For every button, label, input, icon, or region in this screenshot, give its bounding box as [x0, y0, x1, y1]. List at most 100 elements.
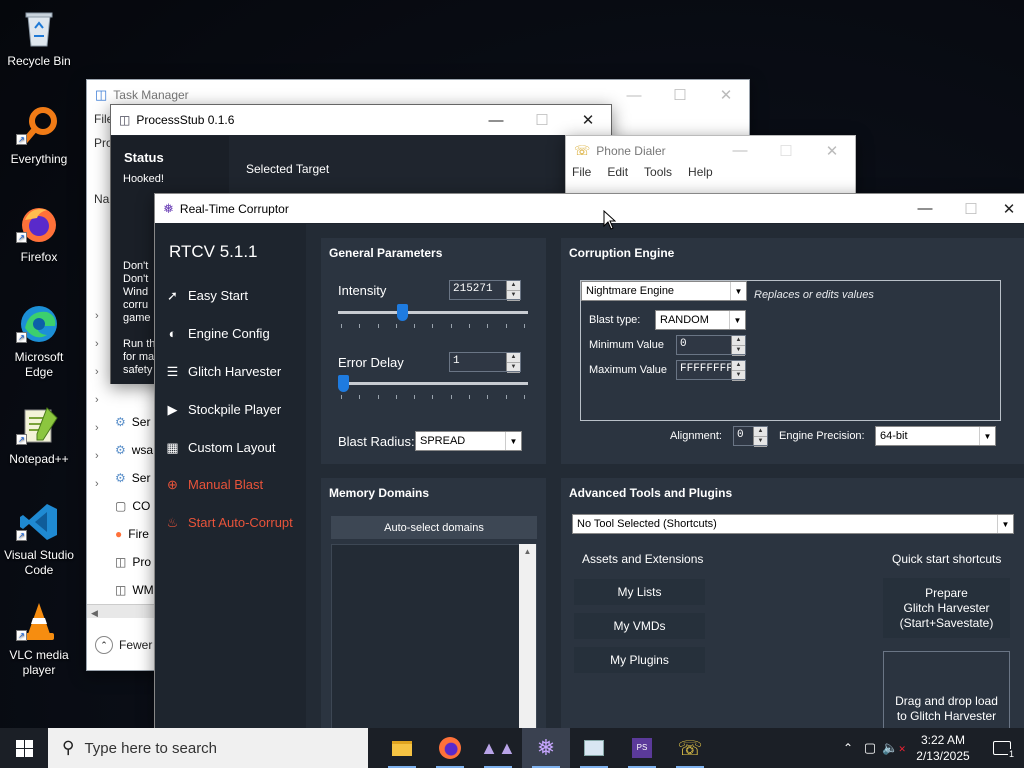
rtcv-window[interactable]: ❅ Real-Time Corruptor — ☐ ✕ RTCV 5.1.1 ➚… [154, 193, 1024, 729]
intensity-slider-track[interactable] [338, 311, 528, 314]
recycle-bin-icon [25, 12, 53, 47]
minimize-button[interactable]: — [611, 80, 657, 110]
taskbar-phone-dialer[interactable]: ☏ [666, 728, 714, 768]
corruption-engine-panel: Corruption Engine Nightmare Engine ▼ Repl… [561, 238, 1024, 464]
desktop-icon-label: Firefox [20, 250, 58, 264]
search-box[interactable]: ⚲ Type here to search [48, 728, 368, 768]
start-button[interactable] [0, 728, 48, 768]
mouse-cursor-icon [603, 210, 616, 230]
processstub-icon: ◫ [119, 113, 131, 127]
phone-dialer-window[interactable]: ☏ Phone Dialer — ☐ ✕ File Edit Tools Hel… [565, 135, 856, 195]
minimize-button[interactable]: — [473, 105, 519, 135]
clock[interactable]: 3:22 AM 2/13/2025 [906, 732, 980, 764]
desktop-icon-notepadpp[interactable]: ↗ Notepad++ [2, 404, 76, 467]
intensity-slider-thumb[interactable] [397, 304, 409, 321]
minimize-button[interactable]: — [717, 136, 763, 166]
horizontal-scrollbar[interactable]: ◀ [87, 604, 157, 618]
taskbar-rtcv[interactable]: ❅ [522, 728, 570, 768]
my-lists-button[interactable]: My Lists [574, 579, 705, 605]
table-row[interactable]: ▢ CO [115, 492, 155, 520]
desktop-icon-vscode[interactable]: ↗ Visual Studio Code [2, 500, 76, 578]
desktop-icon-edge[interactable]: ↗ Microsoft Edge [2, 302, 76, 380]
table-row[interactable]: ⚙ Ser [115, 408, 155, 436]
sidebar-item-custom-layout[interactable]: ▦ Custom Layout [165, 440, 275, 456]
blast-type-select[interactable]: RANDOM ▼ [655, 310, 746, 330]
tool-select[interactable]: No Tool Selected (Shortcuts) ▼ [572, 514, 1014, 534]
sidebar-item-engine-config[interactable]: ◐ Engine Config [165, 326, 270, 341]
rtcv-sidebar: RTCV 5.1.1 ➚ Easy Start ◐ Engine Config ☰ G… [155, 224, 305, 729]
volume-muted-icon[interactable]: 🔈✕ [882, 740, 906, 756]
maximize-button[interactable]: ☐ [657, 80, 703, 110]
bizhawk-icon: ▲▲ [480, 737, 516, 758]
menu-help[interactable]: Help [688, 165, 713, 179]
maximum-value-input[interactable]: FFFFFFFF ▲ ▼ [676, 360, 746, 381]
error-delay-input[interactable]: 1 ▲ ▼ [449, 352, 521, 373]
taskbar-task-manager[interactable] [570, 728, 618, 768]
engine-precision-select[interactable]: 64-bit ▼ [875, 426, 996, 446]
intensity-ticks [341, 324, 525, 328]
sidebar-item-start-auto-corrupt[interactable]: ♨ Start Auto-Corrupt [165, 515, 293, 531]
quick-start-heading: Quick start shortcuts [892, 552, 1002, 566]
memory-domains-list[interactable] [331, 544, 537, 729]
phone-dialer-icon: ☏ [574, 142, 591, 158]
table-row[interactable]: ⚙ wsa [115, 436, 155, 464]
notification-count-badge: 1 [1007, 749, 1015, 759]
run-text: Run th for ma safety [123, 338, 156, 376]
maximize-button[interactable]: ☐ [763, 136, 809, 166]
memory-domains-heading: Memory Domains [329, 486, 430, 500]
prepare-glitch-harvester-button[interactable]: Prepare Glitch Harvester (Start+Savestat… [883, 578, 1010, 638]
menu-tools[interactable]: Tools [644, 165, 672, 179]
close-button[interactable]: ✕ [809, 136, 855, 166]
network-icon[interactable]: ▢ [858, 740, 882, 756]
alignment-input[interactable]: 0 ▲ ▼ [733, 426, 768, 447]
engine-select[interactable]: Nightmare Engine ▼ [581, 281, 747, 301]
menu-edit[interactable]: Edit [607, 165, 628, 179]
desktop-icon-vlc[interactable]: ↗ VLC media player [2, 600, 76, 678]
maximize-button[interactable]: ☐ [948, 194, 994, 224]
close-button[interactable]: ✕ [565, 105, 611, 135]
my-plugins-button[interactable]: My Plugins [574, 647, 705, 673]
error-delay-slider-thumb[interactable] [338, 375, 349, 392]
minimum-value-input[interactable]: 0 ▲ ▼ [676, 335, 746, 356]
taskbar-file-explorer[interactable] [378, 728, 426, 768]
sidebar-item-easy-start[interactable]: ➚ Easy Start [165, 288, 248, 304]
maximize-button[interactable]: ☐ [519, 105, 565, 135]
auto-select-domains-button[interactable]: Auto-select domains [331, 516, 537, 539]
menu-file[interactable]: File [572, 165, 591, 179]
desktop-icon-recycle-bin[interactable]: Recycle Bin [2, 6, 76, 69]
blast-radius-select[interactable]: SPREAD ▼ [415, 431, 522, 451]
general-parameters-heading: General Parameters [329, 246, 443, 260]
close-button[interactable]: ✕ [703, 80, 749, 110]
close-button[interactable]: ✕ [994, 194, 1024, 224]
desktop-icon-firefox[interactable]: ↗ Firefox [2, 202, 76, 265]
my-vmds-button[interactable]: My VMDs [574, 613, 705, 639]
taskbar-firefox[interactable] [426, 728, 474, 768]
maximum-value-label: Maximum Value [589, 364, 668, 376]
sidebar-item-stockpile-player[interactable]: ▶ Stockpile Player [165, 401, 282, 418]
minimize-button[interactable]: — [902, 194, 948, 224]
general-parameters-panel: General Parameters Intensity 215271 ▲ ▼ Er… [321, 238, 546, 464]
notification-center-button[interactable]: 1 [980, 728, 1024, 768]
table-row[interactable]: ⚙ Ser [115, 464, 155, 492]
sidebar-item-glitch-harvester[interactable]: ☰ Glitch Harvester [165, 364, 282, 380]
desktop-icon-label: Recycle Bin [7, 54, 71, 68]
folder-icon [392, 740, 412, 756]
error-delay-slider-track[interactable] [338, 382, 528, 385]
blast-type-label: Blast type: [589, 314, 641, 326]
table-row[interactable]: ◫ WM [115, 576, 155, 604]
taskbar-bizhawk[interactable]: ▲▲ [474, 728, 522, 768]
sidebar-item-manual-blast[interactable]: ⊕ Manual Blast [165, 477, 263, 493]
memory-domains-panel: Memory Domains Auto-select domains ▲ [321, 478, 546, 729]
fewer-details-button[interactable]: ⌃ Fewer [95, 636, 152, 654]
drag-drop-area[interactable]: Drag and drop load to Glitch Harvester [883, 651, 1010, 729]
play-icon: ▶ [167, 401, 178, 417]
chevron-up-icon[interactable]: ⌃ [838, 741, 858, 755]
desktop-icon-everything[interactable]: ↗ Everything [2, 104, 76, 167]
taskbar-processstub[interactable]: PS [618, 728, 666, 768]
table-row[interactable]: ◫ Pro [115, 548, 155, 576]
intensity-input[interactable]: 215271 ▲ ▼ [449, 280, 521, 301]
memory-domains-scrollbar[interactable]: ▲ [519, 544, 536, 729]
chevron-down-icon: ▼ [997, 515, 1013, 533]
search-icon: ⚲ [62, 738, 75, 757]
table-row[interactable]: ● Fire [115, 520, 155, 548]
